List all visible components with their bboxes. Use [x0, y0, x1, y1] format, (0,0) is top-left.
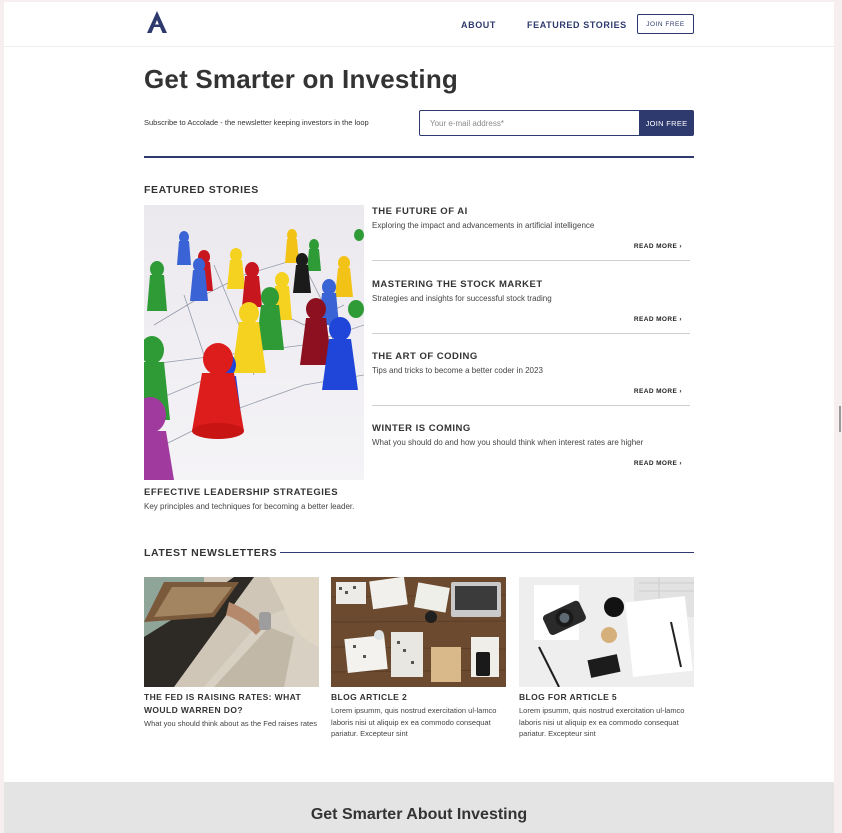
- newsletter-image[interactable]: [144, 577, 319, 687]
- story-item: WINTER IS COMING What you should do and …: [372, 423, 690, 485]
- nav-about-link[interactable]: ABOUT: [461, 20, 496, 30]
- story-item: MASTERING THE STOCK MARKET Strategies an…: [372, 279, 690, 341]
- newsletter-text: What you should think about as the Fed r…: [144, 719, 318, 728]
- email-input[interactable]: [419, 110, 640, 136]
- featured-main-text: Key principles and techniques for becomi…: [144, 502, 355, 511]
- story-item: THE ART OF CODING Tips and tricks to bec…: [372, 351, 690, 413]
- latest-newsletters-heading: LATEST NEWSLETTERS: [144, 547, 278, 559]
- story-text: Strategies and insights for successful s…: [372, 294, 552, 303]
- newsletter-card[interactable]: BLOG ARTICLE 2 Lorem ipsumm, quis nostru…: [331, 577, 506, 740]
- story-divider: [372, 333, 690, 334]
- newsletter-text: Lorem ipsumm, quis nostrud exercitation …: [331, 706, 497, 738]
- story-title[interactable]: MASTERING THE STOCK MARKET: [372, 279, 543, 290]
- featured-story-image[interactable]: [144, 205, 364, 480]
- newsletter-image[interactable]: [331, 577, 506, 687]
- featured-main-title[interactable]: EFFECTIVE LEADERSHIP STRATEGIES: [144, 487, 338, 498]
- read-more-link[interactable]: READ MORE ›: [634, 316, 682, 323]
- story-text: Tips and tricks to become a better coder…: [372, 366, 543, 375]
- hero-subtitle: Subscribe to Accolade - the newsletter k…: [144, 118, 369, 127]
- scrollbar-handle[interactable]: [839, 406, 841, 432]
- site-header: ABOUT FEATURED STORIES JOIN FREE: [4, 2, 834, 47]
- newsletter-title[interactable]: BLOG ARTICLE 2: [331, 691, 506, 704]
- latest-divider: [280, 552, 694, 553]
- read-more-link[interactable]: READ MORE ›: [634, 460, 682, 467]
- footer-title: Get Smarter About Investing: [310, 806, 528, 823]
- newsletter-card[interactable]: BLOG FOR ARTICLE 5 Lorem ipsumm, quis no…: [519, 577, 694, 740]
- read-more-link[interactable]: READ MORE ›: [634, 243, 682, 250]
- hero-divider: [144, 156, 694, 158]
- logo-icon[interactable]: [145, 10, 169, 34]
- story-text: Exploring the impact and advancements in…: [372, 221, 595, 230]
- nav-featured-stories-link[interactable]: FEATURED STORIES: [527, 20, 627, 30]
- read-more-link[interactable]: READ MORE ›: [634, 388, 682, 395]
- footer-banner: Get Smarter About Investing: [4, 782, 834, 833]
- story-title[interactable]: THE ART OF CODING: [372, 351, 478, 362]
- featured-stories-heading: FEATURED STORIES: [144, 184, 259, 196]
- hero-join-free-button[interactable]: JOIN FREE: [639, 110, 694, 136]
- story-title[interactable]: THE FUTURE OF AI: [372, 206, 468, 217]
- story-item: THE FUTURE OF AI Exploring the impact an…: [372, 206, 690, 268]
- newsletter-title[interactable]: THE FED IS RAISING RATES: WHAT WOULD WAR…: [144, 691, 319, 717]
- newsletter-text: Lorem ipsumm, quis nostrud exercitation …: [519, 706, 685, 738]
- page: ABOUT FEATURED STORIES JOIN FREE Get Sma…: [4, 2, 834, 833]
- story-title[interactable]: WINTER IS COMING: [372, 423, 471, 434]
- newsletter-title[interactable]: BLOG FOR ARTICLE 5: [519, 691, 694, 704]
- story-text: What you should do and how you should th…: [372, 438, 644, 447]
- header-join-free-button[interactable]: JOIN FREE: [637, 14, 694, 34]
- story-divider: [372, 260, 690, 261]
- newsletter-card[interactable]: THE FED IS RAISING RATES: WHAT WOULD WAR…: [144, 577, 319, 730]
- story-divider: [372, 405, 690, 406]
- newsletter-image[interactable]: [519, 577, 694, 687]
- page-title: Get Smarter on Investing: [144, 64, 458, 94]
